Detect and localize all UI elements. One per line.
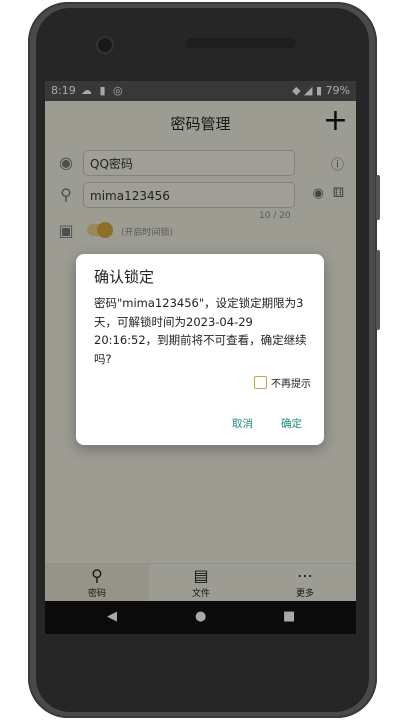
checkbox-label: 不再提示 (271, 379, 311, 390)
screen: 8:19 ☁ ▮ ◎ ◆ ◢ ▮ 79% 密码管理 + ◉ QQ密码 ⓘ ⚲ m… (45, 81, 356, 634)
confirm-lock-dialog: 确认锁定 密码"mima123456"，设定锁定期限为3天，可解锁时间为2023… (76, 254, 324, 445)
ok-button[interactable]: 确定 (281, 416, 302, 431)
dialog-title: 确认锁定 (94, 268, 155, 286)
checkbox-box[interactable] (254, 376, 267, 389)
power-button (376, 175, 380, 220)
volume-button (376, 250, 380, 330)
dont-show-again-checkbox[interactable]: 不再提示 (254, 375, 311, 390)
earpiece-speaker (186, 38, 296, 48)
dialog-message: 密码"mima123456"，设定锁定期限为3天，可解锁时间为2023-04-2… (94, 296, 307, 366)
front-camera (96, 36, 114, 54)
cancel-button[interactable]: 取消 (232, 416, 253, 431)
